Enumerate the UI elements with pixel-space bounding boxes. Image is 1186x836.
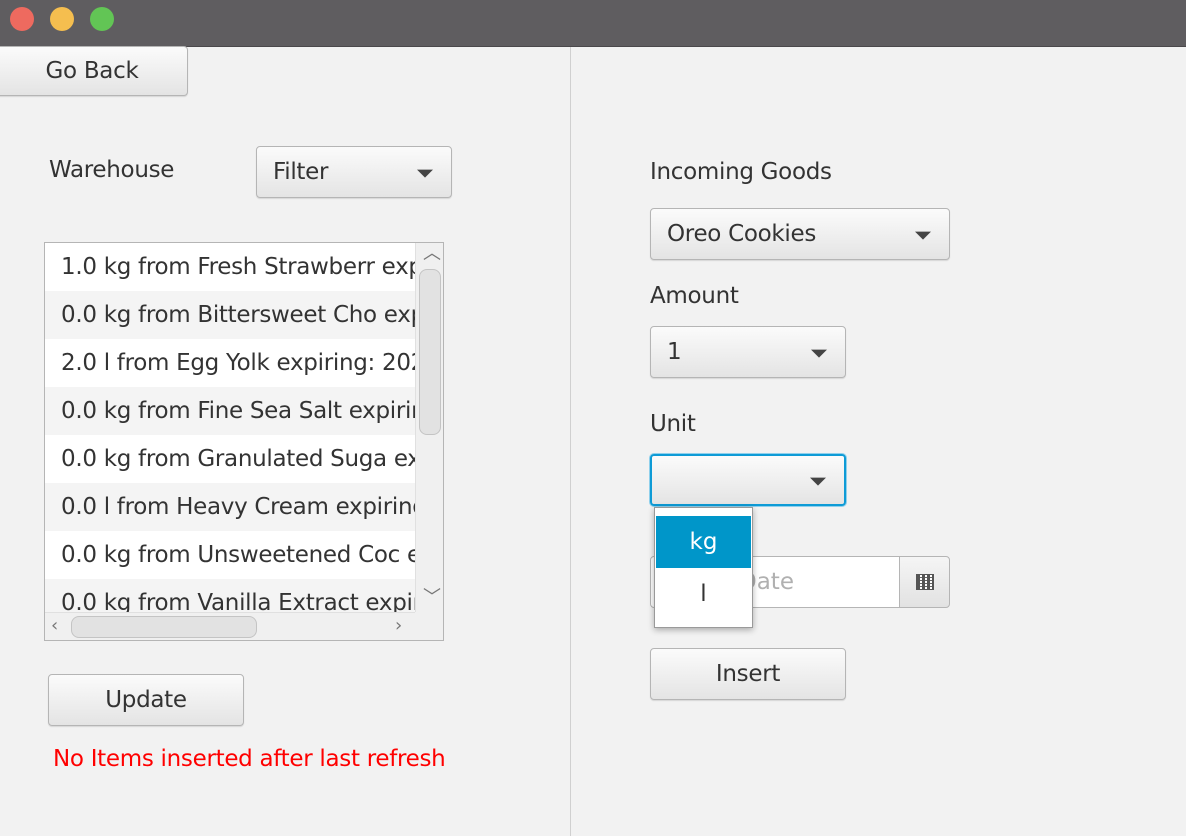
scroll-left-icon[interactable]: ‹ (51, 617, 58, 635)
chevron-down-icon (811, 349, 827, 358)
scroll-down-icon[interactable]: ﹀ (423, 589, 441, 607)
unit-combo[interactable] (650, 454, 846, 506)
incoming-goods-value: Oreo Cookies (667, 221, 817, 247)
go-back-label: Go Back (45, 58, 139, 84)
amount-label: Amount (650, 283, 739, 309)
list-item[interactable]: 0.0 kg from Unsweetened Coc expiring (45, 531, 417, 579)
update-button[interactable]: Update (48, 674, 244, 726)
incoming-goods-label: Incoming Goods (650, 159, 832, 185)
warehouse-list[interactable]: 1.0 kg from Fresh Strawberr expiring 0.0… (44, 242, 444, 641)
chevron-down-icon (417, 169, 433, 178)
filter-combo[interactable]: Filter (256, 146, 452, 198)
list-item[interactable]: 0.0 l from Heavy Cream expiring (45, 483, 417, 531)
amount-combo[interactable]: 1 (650, 326, 846, 378)
split-pane-divider[interactable] (570, 47, 571, 836)
scrollbar-corner (415, 612, 443, 640)
maximize-window-button[interactable] (90, 7, 114, 31)
calendar-button[interactable] (899, 556, 950, 608)
update-label: Update (105, 687, 187, 713)
list-item[interactable]: 0.0 kg from Granulated Suga expiring (45, 435, 417, 483)
title-bar (0, 0, 1186, 47)
filter-value: Filter (273, 159, 329, 185)
incoming-goods-combo[interactable]: Oreo Cookies (650, 208, 950, 260)
chevron-down-icon (810, 477, 826, 486)
list-item[interactable]: 2.0 l from Egg Yolk expiring: 2020 (45, 339, 417, 387)
list-item[interactable]: 1.0 kg from Fresh Strawberr expiring (45, 243, 417, 291)
unit-option-kg[interactable]: kg (656, 516, 751, 568)
amount-value: 1 (667, 339, 682, 365)
unit-option-l[interactable]: l (656, 568, 751, 620)
insert-label: Insert (715, 661, 781, 687)
chevron-down-icon (915, 231, 931, 240)
status-message: No Items inserted after last refresh (53, 746, 446, 772)
warehouse-label: Warehouse (49, 157, 175, 183)
vertical-scrollbar[interactable]: ︿ ﹀ (415, 243, 443, 613)
go-back-button[interactable]: Go Back (0, 46, 188, 96)
horizontal-scrollbar[interactable]: ‹ › (45, 612, 417, 640)
minimize-window-button[interactable] (50, 7, 74, 31)
close-window-button[interactable] (10, 7, 34, 31)
scroll-up-icon[interactable]: ︿ (423, 245, 441, 263)
horizontal-scroll-thumb[interactable] (71, 616, 257, 638)
insert-button[interactable]: Insert (650, 648, 846, 700)
list-item[interactable]: 0.0 kg from Bittersweet Cho expiring (45, 291, 417, 339)
unit-dropdown-popup: kg l (654, 507, 753, 628)
calendar-icon (916, 574, 934, 590)
vertical-scroll-thumb[interactable] (419, 269, 441, 435)
unit-label: Unit (650, 411, 696, 437)
list-item[interactable]: 0.0 kg from Fine Sea Salt expiring (45, 387, 417, 435)
scroll-right-icon[interactable]: › (395, 617, 402, 635)
